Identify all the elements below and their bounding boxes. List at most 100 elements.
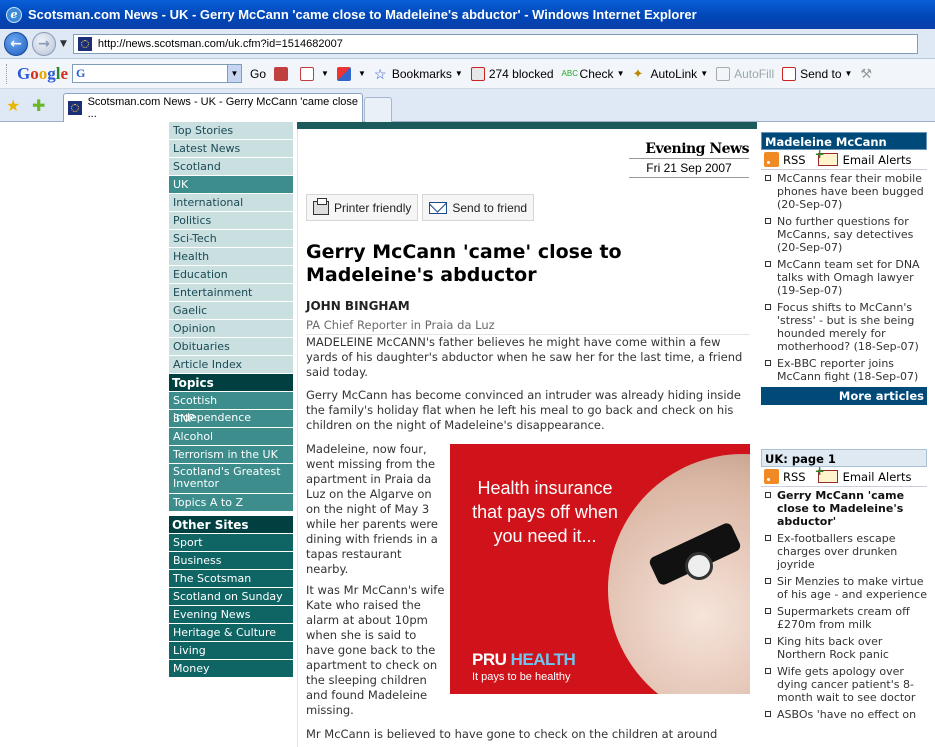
list-item-link[interactable]: Ex-BBC reporter joins McCann fight (18-S…: [777, 357, 927, 383]
tab-scotsman[interactable]: Scotsman.com News - UK - Gerry McCann 'c…: [63, 93, 363, 122]
star-icon: ☆: [373, 65, 387, 82]
back-button[interactable]: ←: [4, 31, 28, 56]
new-tab-button[interactable]: [364, 97, 392, 122]
list-item[interactable]: Focus shifts to McCann's 'stress' - but …: [761, 301, 927, 353]
list-item[interactable]: McCanns fear their mobile phones have be…: [761, 172, 927, 211]
uk-box-title-bold: UK:: [765, 452, 788, 466]
other-site-living[interactable]: Living: [169, 642, 293, 660]
sendto-button[interactable]: Send to ▼: [782, 66, 852, 81]
other-site-the-scotsman[interactable]: The Scotsman: [169, 570, 293, 588]
rss-icon[interactable]: [764, 469, 779, 484]
nav-item-scotland[interactable]: Scotland: [169, 158, 293, 176]
nav-item-health[interactable]: Health: [169, 248, 293, 266]
nav-item-international[interactable]: International: [169, 194, 293, 212]
news-button[interactable]: [274, 66, 292, 81]
list-item-link[interactable]: King hits back over Northern Rock panic: [777, 635, 927, 661]
madeleine-box-title[interactable]: Madeleine McCann: [761, 132, 927, 150]
list-item[interactable]: Ex-footballers escape charges over drunk…: [761, 532, 927, 571]
nav-item-sci-tech[interactable]: Sci-Tech: [169, 230, 293, 248]
autofill-button[interactable]: AutoFill: [716, 66, 774, 81]
list-item[interactable]: Ex-BBC reporter joins McCann fight (18-S…: [761, 357, 927, 383]
favorites-star-icon[interactable]: ★: [6, 96, 20, 115]
google-logo[interactable]: Google: [17, 64, 68, 84]
evening-news-logo[interactable]: Evening News: [629, 141, 750, 159]
other-site-scotland-on-sunday[interactable]: Scotland on Sunday: [169, 588, 293, 606]
nav-item-article-index[interactable]: Article Index: [169, 356, 293, 374]
list-item[interactable]: Sir Menzies to make virtue of his age - …: [761, 575, 927, 601]
list-item-link[interactable]: Ex-footballers escape charges over drunk…: [777, 532, 927, 571]
list-item-link[interactable]: Sir Menzies to make virtue of his age - …: [777, 575, 927, 601]
apps-button[interactable]: ▼: [336, 66, 366, 81]
paragraph-3: Madeleine, now four, went missing from t…: [306, 442, 438, 576]
list-item-link[interactable]: Gerry McCann 'came close to Madeleine's …: [777, 489, 927, 528]
nav-item-obituaries[interactable]: Obituaries: [169, 338, 293, 356]
list-item-link[interactable]: No further questions for McCanns, say de…: [777, 215, 927, 254]
list-item[interactable]: ASBOs 'have no effect on: [761, 708, 927, 721]
page-edge: [927, 122, 935, 747]
chevron-down-icon[interactable]: ▼: [227, 65, 242, 82]
autofill-icon: [716, 66, 731, 81]
list-item[interactable]: Supermarkets cream off £270m from milk: [761, 605, 927, 631]
email-alert-icon[interactable]: [815, 147, 838, 166]
address-field[interactable]: http://news.scotsman.com/uk.cfm?id=15146…: [72, 33, 918, 54]
printer-friendly-label: Printer friendly: [334, 200, 412, 215]
google-search-input[interactable]: G ▼: [72, 64, 243, 83]
ad-brand-health: HEALTH: [510, 650, 576, 669]
rss-link[interactable]: RSS: [783, 470, 806, 484]
other-site-business[interactable]: Business: [169, 552, 293, 570]
more-articles-link[interactable]: More articles: [761, 387, 927, 405]
list-item-link[interactable]: Focus shifts to McCann's 'stress' - but …: [777, 301, 927, 353]
list-item-link[interactable]: Supermarkets cream off £270m from milk: [777, 605, 927, 631]
list-item-link[interactable]: ASBOs 'have no effect on: [777, 708, 916, 721]
nav-item-entertainment[interactable]: Entertainment: [169, 284, 293, 302]
popup-blocker-button[interactable]: 274 blocked: [470, 66, 554, 81]
bookmarks-button[interactable]: ☆ Bookmarks ▼: [374, 67, 463, 81]
printer-friendly-button[interactable]: Printer friendly: [306, 194, 419, 221]
toolbar-grip[interactable]: [6, 63, 9, 84]
other-sites-heading: Other Sites: [169, 516, 293, 534]
go-button[interactable]: Go: [250, 67, 266, 81]
list-item-link[interactable]: McCann team set for DNA talks with Omagh…: [777, 258, 927, 297]
gmail-button[interactable]: ▼: [300, 66, 329, 81]
topic-item-scotland-s-greatest-inventor[interactable]: Scotland's Greatest Inventor: [169, 464, 293, 494]
topic-item-terrorism-in-the-uk[interactable]: Terrorism in the UK: [169, 446, 293, 464]
settings-button[interactable]: ⚒: [860, 66, 878, 81]
list-item[interactable]: Gerry McCann 'came close to Madeleine's …: [761, 489, 927, 528]
list-item[interactable]: King hits back over Northern Rock panic: [761, 635, 927, 661]
topic-item-scottish-independence[interactable]: Scottish independence: [169, 392, 293, 424]
rss-icon[interactable]: [764, 152, 779, 167]
email-alerts-link[interactable]: Email Alerts: [843, 470, 912, 484]
pru-health-advert[interactable]: Health insurance that pays off when you …: [450, 444, 750, 694]
list-item[interactable]: Wife gets apology over dying cancer pati…: [761, 665, 927, 704]
topic-item-topics-a-to-z[interactable]: Topics A to Z: [169, 494, 293, 512]
bullet-icon: [765, 668, 771, 674]
nav-item-gaelic[interactable]: Gaelic: [169, 302, 293, 320]
other-site-heritage-culture[interactable]: Heritage & Culture: [169, 624, 293, 642]
recent-pages-dropdown[interactable]: ▼: [60, 39, 67, 49]
rss-link[interactable]: RSS: [783, 153, 806, 167]
list-item-link[interactable]: Wife gets apology over dying cancer pati…: [777, 665, 927, 704]
list-item[interactable]: McCann team set for DNA talks with Omagh…: [761, 258, 927, 297]
ie-app-icon: e: [6, 6, 22, 23]
add-favorites-icon[interactable]: ✚: [32, 96, 45, 115]
nav-item-opinion[interactable]: Opinion: [169, 320, 293, 338]
topic-item-alcohol[interactable]: Alcohol: [169, 428, 293, 446]
nav-item-top-stories[interactable]: Top Stories: [169, 122, 293, 140]
list-item[interactable]: No further questions for McCanns, say de…: [761, 215, 927, 254]
nav-item-politics[interactable]: Politics: [169, 212, 293, 230]
forward-button[interactable]: →: [32, 31, 56, 56]
nav-item-education[interactable]: Education: [169, 266, 293, 284]
autolink-button[interactable]: ✦ AutoLink ▼: [632, 66, 708, 81]
send-to-friend-button[interactable]: Send to friend: [422, 194, 535, 221]
google-toolbar: Google G ▼ Go ▼ ▼ ☆ Bookmarks ▼ 274 blocke…: [0, 59, 935, 89]
other-site-evening-news[interactable]: Evening News: [169, 606, 293, 624]
other-site-sport[interactable]: Sport: [169, 534, 293, 552]
nav-item-latest-news[interactable]: Latest News: [169, 140, 293, 158]
google-search-value: G: [76, 66, 86, 80]
email-alert-icon[interactable]: [815, 464, 838, 483]
nav-item-uk[interactable]: UK: [169, 176, 293, 194]
other-site-money[interactable]: Money: [169, 660, 293, 678]
email-alerts-link[interactable]: Email Alerts: [843, 153, 912, 167]
spellcheck-button[interactable]: ABC Check ▼: [562, 67, 625, 81]
list-item-link[interactable]: McCanns fear their mobile phones have be…: [777, 172, 927, 211]
